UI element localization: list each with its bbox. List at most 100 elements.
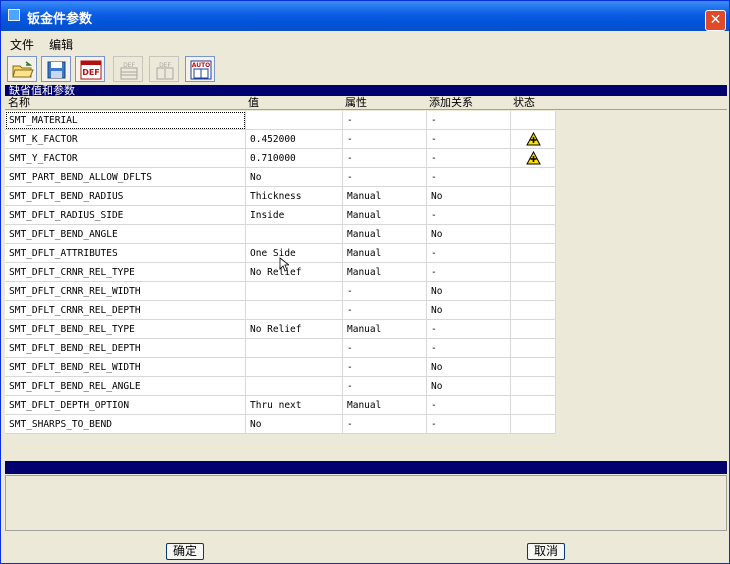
table-row[interactable]: SMT_SHARPS_TO_BEND No - - [5,415,556,434]
open-button[interactable] [7,56,37,82]
cell-value[interactable] [246,111,343,130]
cell-attribute: Manual [343,187,427,206]
warning-icon [526,151,541,165]
menu-file[interactable]: 文件 [5,34,39,55]
def-export-button: DEF [113,56,143,82]
cell-value[interactable]: No Relief [246,320,343,339]
menu-edit[interactable]: 编辑 [44,34,78,55]
cell-attribute: Manual [343,206,427,225]
cell-value[interactable]: Thru next [246,396,343,415]
table-row[interactable]: SMT_DFLT_CRNR_REL_WIDTH - No [5,282,556,301]
window-title: 钣金件参数 [27,12,93,27]
column-header-attribute[interactable]: 属性 [345,97,367,109]
cell-name: SMT_DFLT_BEND_RADIUS [5,187,246,206]
table-row[interactable]: SMT_DFLT_BEND_RADIUS Thickness Manual No [5,187,556,206]
cell-value[interactable] [246,282,343,301]
cell-relation: No [427,225,511,244]
table-row[interactable]: SMT_DFLT_BEND_REL_TYPE No Relief Manual - [5,320,556,339]
cell-name: SMT_K_FACTOR [5,130,246,149]
cancel-button[interactable]: 取消 [527,543,565,560]
cell-attribute: Manual [343,244,427,263]
table-row[interactable]: SMT_DFLT_RADIUS_SIDE Inside Manual - [5,206,556,225]
table-row[interactable]: SMT_PART_BEND_ALLOW_DFLTS No - - [5,168,556,187]
cell-relation: No [427,282,511,301]
cell-status [511,244,556,263]
cell-name: SMT_DFLT_RADIUS_SIDE [5,206,246,225]
table-header: 名称 值 属性 添加关系 状态 [5,97,727,110]
table-row[interactable]: SMT_DFLT_BEND_REL_DEPTH - - [5,339,556,358]
cell-relation: No [427,301,511,320]
cell-value[interactable]: 0.710000 [246,149,343,168]
cell-value[interactable]: One Side [246,244,343,263]
cell-attribute: - [343,339,427,358]
cell-relation: - [427,244,511,263]
cell-name: SMT_MATERIAL [5,111,246,130]
cell-name: SMT_DFLT_BEND_ANGLE [5,225,246,244]
table-row[interactable]: SMT_K_FACTOR 0.452000- - [5,130,556,149]
cell-value[interactable]: No [246,415,343,434]
cell-value[interactable]: Thickness [246,187,343,206]
cell-status [511,339,556,358]
cell-value[interactable]: 0.452000 [246,130,343,149]
ok-button[interactable]: 确定 [166,543,204,560]
cell-name: SMT_DFLT_BEND_REL_ANGLE [5,377,246,396]
auto-button[interactable]: AUTO [185,56,215,82]
table-row[interactable]: SMT_DFLT_BEND_REL_ANGLE - No [5,377,556,396]
table-row[interactable]: SMT_DFLT_CRNR_REL_DEPTH - No [5,301,556,320]
cell-relation: - [427,130,511,149]
def-import-button: DEF [149,56,179,82]
column-header-name[interactable]: 名称 [8,97,30,109]
table-row[interactable]: SMT_DFLT_DEPTH_OPTION Thru next Manual - [5,396,556,415]
cell-status [511,415,556,434]
cell-name: SMT_DFLT_ATTRIBUTES [5,244,246,263]
column-header-value[interactable]: 值 [248,97,259,109]
table-row[interactable]: SMT_DFLT_BEND_ANGLE Manual No [5,225,556,244]
def-button[interactable]: DEF [75,56,105,82]
def-export-icon: DEF [120,62,138,80]
cell-attribute: Manual [343,396,427,415]
cell-attribute: Manual [343,320,427,339]
table-row[interactable]: SMT_MATERIAL - - [5,111,556,130]
cell-relation: No [427,187,511,206]
cell-relation: - [427,339,511,358]
cell-status [511,282,556,301]
cell-value[interactable] [246,301,343,320]
def-icon: DEF [80,60,102,80]
menu-bar: 文件 编辑 [5,34,78,54]
cell-name: SMT_DFLT_CRNR_REL_TYPE [5,263,246,282]
cell-status [511,130,556,149]
cell-relation: - [427,206,511,225]
table-row[interactable]: SMT_Y_FACTOR 0.710000- - [5,149,556,168]
cell-attribute: - [343,149,427,168]
cell-value[interactable] [246,377,343,396]
cell-value[interactable]: No Relief [246,263,343,282]
cell-status [511,320,556,339]
cell-attribute: - [343,282,427,301]
close-button[interactable]: ✕ [705,10,726,31]
cell-name: SMT_SHARPS_TO_BEND [5,415,246,434]
column-header-status[interactable]: 状态 [513,97,535,109]
cell-status [511,187,556,206]
cell-relation: No [427,358,511,377]
parameter-table: SMT_MATERIAL - - SMT_K_FACTOR 0.452000- - SMT_… [5,111,727,461]
cell-status [511,301,556,320]
description-area [5,475,727,531]
cell-value[interactable]: No [246,168,343,187]
save-button[interactable] [41,56,71,82]
cell-value[interactable]: Inside [246,206,343,225]
cell-relation: - [427,111,511,130]
cell-value[interactable] [246,339,343,358]
description-bar [5,461,727,474]
cell-value[interactable] [246,225,343,244]
cell-name: SMT_PART_BEND_ALLOW_DFLTS [5,168,246,187]
cell-attribute: - [343,377,427,396]
cell-status [511,111,556,130]
cell-attribute: Manual [343,225,427,244]
cell-attribute: - [343,358,427,377]
column-header-relation[interactable]: 添加关系 [429,97,473,109]
cell-status [511,263,556,282]
cell-relation: - [427,415,511,434]
cell-value[interactable] [246,358,343,377]
cell-attribute: - [343,168,427,187]
table-row[interactable]: SMT_DFLT_BEND_REL_WIDTH - No [5,358,556,377]
